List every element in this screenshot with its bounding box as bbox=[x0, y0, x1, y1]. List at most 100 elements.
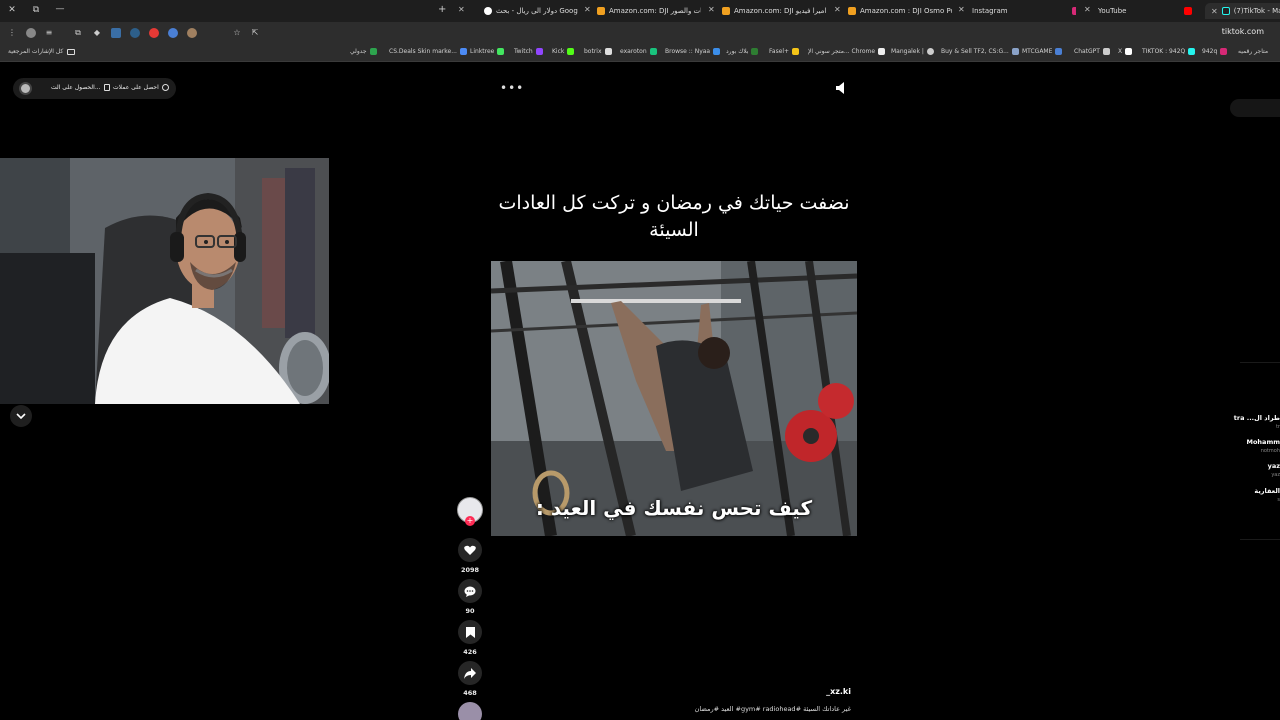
extension-icon[interactable] bbox=[111, 28, 121, 38]
save-count: 426 bbox=[463, 648, 477, 656]
bookmark-label: botrix bbox=[584, 48, 602, 55]
address-bar[interactable]: tiktok.com bbox=[1222, 27, 1264, 36]
like-button[interactable]: 2098 bbox=[458, 538, 482, 574]
get-coins-button[interactable]: احصل على عملات bbox=[113, 84, 169, 91]
tab-close-icon[interactable]: ✕ bbox=[584, 5, 591, 14]
bookmark-item[interactable]: Twitch bbox=[514, 48, 543, 55]
bookmark-item[interactable]: متاجر رقميه bbox=[1238, 48, 1268, 55]
video-subtitle: كيف تحس نفسك في العيد : bbox=[535, 496, 813, 520]
tab-label: YouTube bbox=[1098, 7, 1127, 15]
share-button[interactable]: 468 bbox=[458, 661, 482, 697]
restore-icon[interactable]: ⧉ bbox=[24, 5, 48, 15]
tab-close-icon[interactable]: ✕ bbox=[1211, 7, 1218, 16]
extension-icon[interactable]: ≡ bbox=[44, 28, 54, 38]
comment-handle: notmoh bbox=[1260, 448, 1280, 454]
extension-icon[interactable] bbox=[168, 28, 178, 38]
all-bookmarks-folder[interactable]: كل الإشارات المرجعية bbox=[8, 48, 76, 55]
extension-icon[interactable] bbox=[187, 28, 197, 38]
trade-icon bbox=[1011, 48, 1019, 55]
new-tab-button[interactable]: + bbox=[438, 4, 446, 15]
bookmark-item[interactable]: جدولي bbox=[350, 48, 377, 55]
extension-icon[interactable]: ◆ bbox=[92, 28, 102, 38]
tab-label: دولار الى ريال - بحث Google bbox=[496, 7, 578, 15]
profile-avatar-icon[interactable] bbox=[26, 28, 36, 38]
tab-close-icon[interactable]: ✕ bbox=[458, 5, 465, 14]
video-description: غير عاداتك السيئة #gym# radiohead# العيد… bbox=[694, 705, 851, 713]
tab-youtube[interactable]: YouTube bbox=[1092, 3, 1202, 19]
bookmark-label: كل الإشارات المرجعية bbox=[8, 48, 64, 55]
search-pill[interactable] bbox=[1230, 99, 1280, 117]
tab-label: Instagram bbox=[972, 7, 1008, 15]
author-username[interactable]: _xz.ki bbox=[700, 687, 851, 696]
bookmark-star-icon[interactable]: ☆ bbox=[232, 28, 242, 38]
bookmark-item[interactable]: Buy & Sell TF2, CS:G... bbox=[941, 48, 1019, 55]
tiktok-icon bbox=[1221, 7, 1230, 15]
extension-icon[interactable] bbox=[149, 28, 159, 38]
bookmark-item[interactable]: Mangalek | bbox=[891, 48, 934, 55]
bookmark-label: بلاك بورد bbox=[726, 48, 749, 55]
bookmark-item[interactable]: Kick bbox=[552, 48, 575, 55]
collapse-button[interactable] bbox=[10, 405, 32, 427]
bookmark-label: ChatGPT bbox=[1074, 48, 1100, 55]
tab-close-icon[interactable]: ✕ bbox=[708, 5, 715, 14]
bookmark-label: MTCGAME bbox=[1022, 48, 1053, 55]
minimize-icon[interactable]: — bbox=[48, 4, 72, 14]
bookmark-item[interactable]: متجر سوني الإ... Chrome bbox=[808, 48, 886, 55]
bookmark-item[interactable]: Browse :: Nyaa bbox=[665, 48, 721, 55]
get-app-button[interactable]: الحصول على الت... bbox=[51, 84, 110, 91]
bookmark-item[interactable]: X bbox=[1118, 48, 1133, 55]
tab-instagram[interactable]: Instagram bbox=[966, 3, 1076, 19]
comment-author[interactable]: طراد ال... tra bbox=[1220, 414, 1280, 422]
divider bbox=[1240, 362, 1280, 363]
close-window-icon[interactable]: ✕ bbox=[0, 5, 24, 15]
like-count: 2098 bbox=[460, 566, 480, 574]
more-options-icon[interactable]: ••• bbox=[500, 81, 524, 95]
music-disc-avatar[interactable] bbox=[458, 702, 482, 720]
bookmark-item[interactable]: exaroton bbox=[620, 48, 657, 55]
tab-google[interactable]: دولار الى ريال - بحث Google bbox=[478, 3, 578, 19]
mtcgame-icon bbox=[1055, 48, 1063, 55]
mangalek-icon bbox=[926, 48, 934, 55]
profile-avatar[interactable] bbox=[19, 82, 32, 95]
bookmark-label: Twitch bbox=[514, 48, 533, 55]
coin-icon bbox=[161, 84, 169, 91]
tab-close-icon[interactable]: ✕ bbox=[834, 5, 841, 14]
bookmark-item[interactable]: بلاك بورد bbox=[726, 48, 759, 55]
bookmark-label: Mangalek | bbox=[891, 48, 924, 55]
bookmark-item[interactable]: MTCGAME bbox=[1022, 48, 1063, 55]
comment-author[interactable]: Mohamm bbox=[1220, 438, 1280, 446]
tab-tiktok[interactable]: ✕ (7)TikTok - Make bbox=[1205, 3, 1280, 19]
puzzle-icon[interactable]: ⧉ bbox=[73, 28, 83, 38]
comment-author[interactable]: yaz bbox=[1220, 462, 1280, 470]
bookmark-label: TIKTOK : 942Q bbox=[1142, 48, 1186, 55]
webcam-image bbox=[0, 158, 329, 404]
menu-icon[interactable]: ⋮ bbox=[7, 28, 17, 38]
tab-close-icon[interactable]: ✕ bbox=[1084, 5, 1091, 14]
tab-close-icon[interactable]: ✕ bbox=[958, 5, 965, 14]
tab-amazon-1[interactable]: Amazon.com: DJI منتجات والصور bbox=[591, 3, 701, 19]
twitch-icon bbox=[535, 48, 543, 55]
bookmark-item[interactable]: botrix bbox=[584, 48, 612, 55]
share-icon bbox=[458, 661, 482, 685]
tab-amazon-3[interactable]: Amazon.com : DJI Osmo Pocke bbox=[842, 3, 952, 19]
bookmark-item[interactable]: Fasel+ bbox=[769, 48, 800, 55]
extension-icon[interactable] bbox=[130, 28, 140, 38]
volume-icon[interactable] bbox=[836, 82, 846, 94]
comment-author[interactable]: العقارية bbox=[1220, 487, 1280, 495]
instagram-icon bbox=[1220, 48, 1228, 55]
comment-icon bbox=[458, 579, 482, 603]
comment-button[interactable]: 90 bbox=[458, 579, 482, 615]
bookmark-item[interactable]: Linktree bbox=[470, 48, 505, 55]
bookmark-item[interactable]: ChatGPT bbox=[1074, 48, 1110, 55]
video-player[interactable]: كيف تحس نفسك في العيد : bbox=[491, 261, 857, 536]
save-button[interactable]: 426 bbox=[458, 620, 482, 656]
video-frame bbox=[491, 261, 857, 536]
share-page-icon[interactable]: ⇱ bbox=[250, 28, 260, 38]
bookmark-item[interactable]: TIKTOK : 942Q bbox=[1142, 48, 1196, 55]
bookmark-item[interactable]: CS.Deals Skin marke... bbox=[389, 48, 467, 55]
video-caption: نضفت حياتك في رمضان و تركت كل العادات ال… bbox=[498, 192, 850, 241]
bookmark-item[interactable]: 942q bbox=[1202, 48, 1228, 55]
follow-plus-icon[interactable]: + bbox=[465, 516, 475, 526]
linktree-icon bbox=[497, 48, 505, 55]
tab-amazon-2[interactable]: Amazon.com: DJI كاميرا فيديو bbox=[716, 3, 826, 19]
